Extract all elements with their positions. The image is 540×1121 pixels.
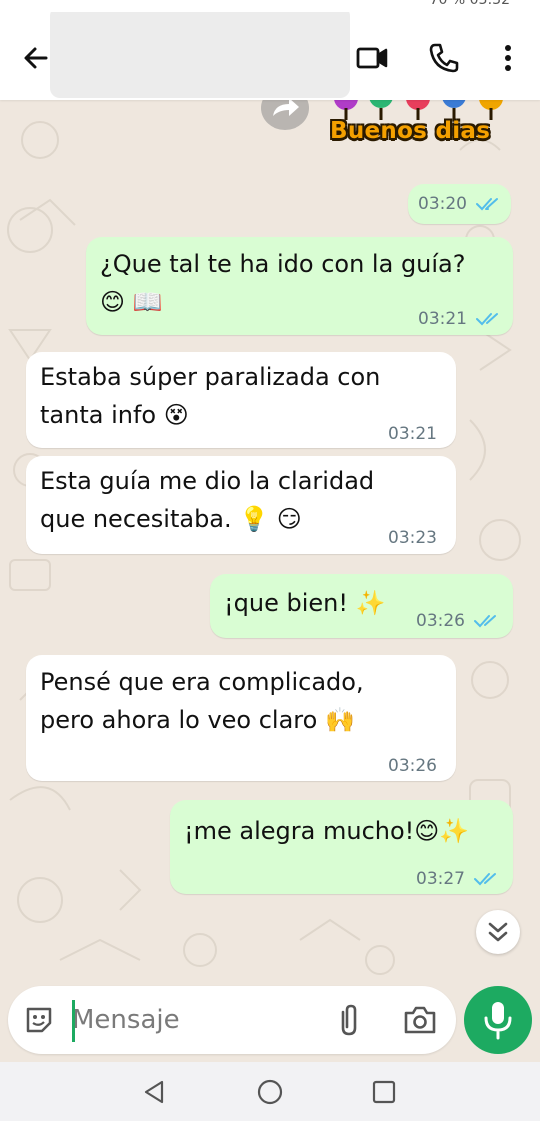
scroll-to-bottom-button[interactable]: [476, 910, 520, 954]
camera-icon[interactable]: [402, 1002, 438, 1038]
more-vertical-icon[interactable]: [490, 40, 526, 76]
message-time: 03:23: [388, 528, 437, 548]
battery-text: 70 %: [429, 0, 466, 8]
status-clock: 03:32: [469, 0, 510, 8]
message-time: 03:26: [388, 756, 437, 776]
phone-icon[interactable]: [426, 40, 462, 76]
message-time: 03:21: [388, 424, 437, 444]
message-time: 03:21: [418, 309, 467, 329]
square-recents-icon[interactable]: [370, 1078, 398, 1106]
chat-header: [0, 0, 540, 100]
message-bubble-in[interactable]: Estaba súper paralizada con tanta info 😵…: [26, 352, 456, 448]
microphone-button[interactable]: [464, 986, 532, 1054]
message-bubble-out[interactable]: 03:20: [408, 184, 511, 224]
paperclip-icon[interactable]: [332, 1002, 366, 1038]
chat-wallpaper: [7, 121, 521, 975]
message-time: 03:27: [416, 869, 465, 889]
arrow-left-icon[interactable]: [18, 40, 54, 76]
message-text: ¡me alegra mucho!😊✨: [184, 817, 470, 845]
text-caret: [72, 1000, 75, 1042]
message-bubble-out[interactable]: ¡que bien! ✨ 03:26: [210, 574, 513, 638]
status-bar: 70 % 03:32: [0, 0, 540, 12]
triangle-back-icon[interactable]: [140, 1078, 168, 1106]
message-input[interactable]: [72, 1000, 312, 1040]
double-check-icon: [476, 198, 498, 211]
message-bubble-in[interactable]: Pensé que era complicado, pero ahora lo …: [26, 655, 456, 781]
double-check-icon: [476, 313, 498, 326]
contact-name-redacted[interactable]: [50, 6, 350, 98]
message-text: Estaba súper paralizada con tanta info 😵: [40, 363, 381, 429]
message-time: 03:26: [416, 611, 465, 631]
video-camera-icon[interactable]: [354, 40, 390, 76]
double-check-icon: [474, 615, 496, 628]
message-time: 03:20: [418, 194, 467, 214]
message-composer: [8, 986, 456, 1054]
message-bubble-out[interactable]: ¿Que tal te ha ido con la guía? 😊 📖 03:2…: [86, 237, 513, 335]
sticker-text: Buenos dias: [330, 118, 491, 144]
message-text: ¡que bien! ✨: [224, 589, 386, 617]
message-bubble-out[interactable]: ¡me alegra mucho!😊✨ 03:27: [170, 800, 513, 894]
message-text: Esta guía me dio la claridad que necesit…: [40, 467, 375, 533]
double-chevron-down-icon: [488, 922, 508, 942]
double-check-icon: [474, 873, 496, 886]
microphone-icon: [484, 1002, 512, 1040]
sticker-smiley-icon[interactable]: [22, 1003, 56, 1037]
message-text: Pensé que era complicado, pero ahora lo …: [40, 668, 364, 734]
message-bubble-in[interactable]: Esta guía me dio la claridad que necesit…: [26, 456, 456, 554]
system-navigation-bar: [0, 1062, 540, 1121]
circle-home-icon[interactable]: [256, 1078, 284, 1106]
